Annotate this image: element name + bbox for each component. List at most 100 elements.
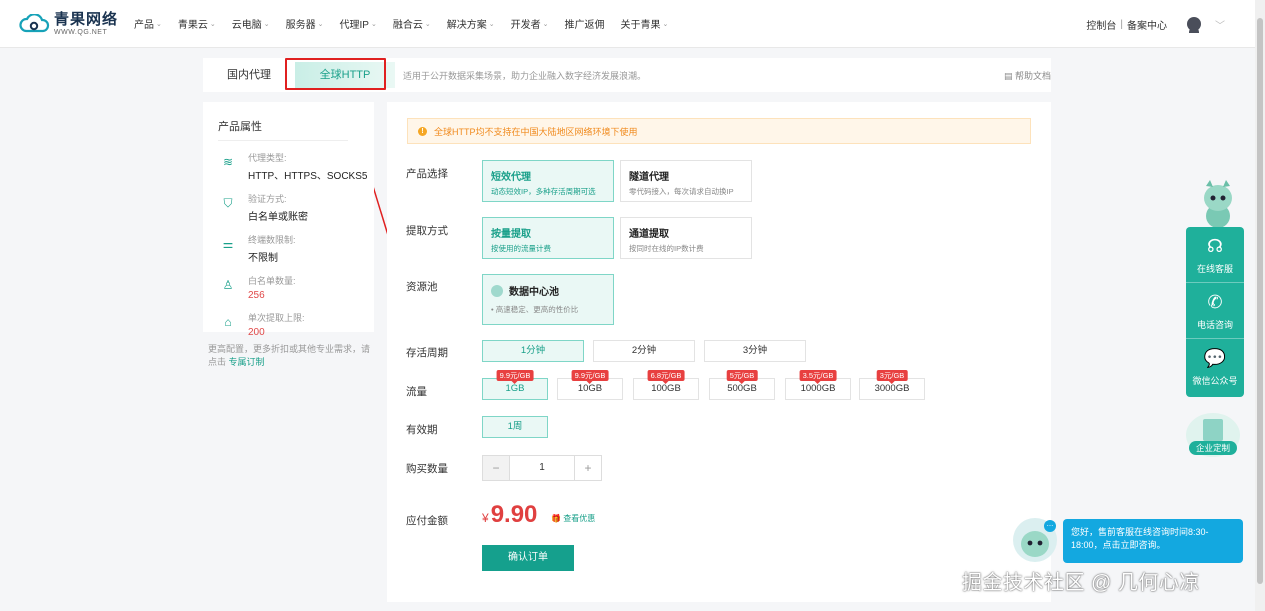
nav-item[interactable]: 服务器 ⌄	[286, 16, 324, 31]
nav-item-label: 推广返佣	[564, 20, 605, 31]
user-check-icon: ♙	[222, 278, 234, 292]
price-tag: 9.9元/GB	[496, 370, 534, 384]
nav-separator: |	[1120, 18, 1123, 30]
nav-item-label: 关于青果	[620, 20, 661, 31]
confirm-order-button[interactable]: 确认订单	[482, 545, 574, 571]
traffic-size: 10GB	[577, 383, 603, 394]
brand-logo[interactable]: 青果网络 WWW.QG.NET	[18, 12, 128, 36]
price-tag: 5元/GB	[726, 370, 758, 384]
discount-link[interactable]: 🎁 查看优惠	[551, 513, 595, 524]
product-title: 隧道代理	[629, 172, 669, 183]
product-label: 产品选择	[406, 168, 448, 180]
extract-title: 通道提取	[629, 229, 669, 240]
brand-name: 青果网络	[54, 10, 119, 28]
attribute-item: ♙ 白名单数量: 256	[218, 274, 374, 301]
nav-item[interactable]: 青果云 ⌄	[178, 16, 216, 31]
price-tag: 3元/GB	[876, 370, 908, 384]
console-link[interactable]: 控制台	[1086, 17, 1116, 32]
extract-card[interactable]: 通道提取 按同时在线的IP数计费	[620, 217, 752, 259]
nav-item[interactable]: 融合云 ⌄	[393, 16, 431, 31]
traffic-option[interactable]: 9.9元/GB 1GB	[482, 370, 548, 400]
online-service-button[interactable]: ☊ 在线客服	[1186, 227, 1244, 283]
chevron-down-icon[interactable]: ﹀	[1215, 17, 1225, 32]
discount-label: 查看优惠	[563, 514, 596, 523]
shield-check-icon: ⛉	[223, 196, 233, 210]
pool-card[interactable]: 数据中心池 • 高速稳定、更高的性价比	[482, 274, 614, 325]
page-scrollbar[interactable]	[1255, 0, 1265, 611]
extract-title: 按量提取	[491, 229, 531, 240]
minus-button[interactable]: −	[483, 456, 509, 480]
nav-item-label: 云电脑	[231, 20, 262, 31]
custom-note: 更高配置，更多折扣或其他专业需求，请点击 专属订制	[208, 343, 373, 369]
product-sub: 动态短效IP，多种存活周期可选	[491, 187, 596, 196]
attribute-item: ⛉ 验证方式: 白名单或账密	[218, 192, 374, 223]
side-service-widget: ☊ 在线客服 ✆ 电话咨询 💬 微信公众号	[1186, 227, 1244, 397]
tab-domestic-proxy[interactable]: 国内代理	[203, 62, 295, 88]
quantity-label: 购买数量	[406, 463, 448, 475]
attribute-value: 256	[248, 290, 265, 301]
period-option[interactable]: 1分钟	[482, 340, 584, 362]
phone-icon: ✆	[1207, 292, 1223, 312]
period-option[interactable]: 2分钟	[593, 340, 695, 362]
avatar[interactable]	[1187, 17, 1201, 33]
document-icon: ▤	[1003, 70, 1015, 81]
warning-icon: !	[418, 126, 427, 136]
database-icon	[491, 284, 503, 297]
wechat-button[interactable]: 💬 微信公众号	[1186, 339, 1244, 395]
attribute-item: ⌂ 单次提取上限: 200	[218, 311, 374, 338]
product-title: 短效代理	[491, 172, 531, 183]
period-option[interactable]: 3分钟	[704, 340, 806, 362]
enterprise-custom-button[interactable]: 企业定制	[1186, 413, 1240, 457]
traffic-option[interactable]: 9.9元/GB 10GB	[557, 370, 623, 400]
extract-label: 提取方式	[406, 225, 448, 237]
traffic-label: 流量	[406, 386, 427, 398]
validity-label: 有效期	[406, 424, 438, 436]
home-arrow-icon: ⌂	[224, 315, 232, 329]
nav-item[interactable]: 关于青果 ⌄	[620, 16, 668, 31]
attribute-label: 单次提取上限:	[248, 313, 305, 323]
nav-item[interactable]: 推广返佣	[564, 16, 604, 31]
building-icon	[1203, 419, 1223, 441]
nav-item-label: 融合云	[392, 20, 423, 31]
nav-item-label: 青果云	[177, 20, 208, 31]
traffic-option[interactable]: 5元/GB 500GB	[709, 370, 775, 400]
phone-consult-label: 电话咨询	[1196, 320, 1233, 330]
nav-item[interactable]: 开发者 ⌄	[511, 16, 549, 31]
nav-item[interactable]: 代理IP ⌄	[340, 16, 377, 31]
chat-popup[interactable]: 您好，售前客服在线咨询时间8:30-18:00，点击立即咨询。	[1063, 519, 1243, 563]
attribute-label: 验证方式:	[248, 194, 287, 204]
notice-text: 全球HTTP均不支持在中国大陆地区网络环境下使用	[434, 126, 638, 137]
nav-item[interactable]: 云电脑 ⌄	[232, 16, 270, 31]
traffic-option[interactable]: 6.8元/GB 100GB	[633, 370, 699, 400]
phone-consult-button[interactable]: ✆ 电话咨询	[1186, 283, 1244, 339]
quantity-input[interactable]: 1	[509, 456, 575, 480]
traffic-option[interactable]: 3.5元/GB 1000GB	[785, 370, 851, 400]
nav-item[interactable]: 产品 ⌄	[134, 16, 162, 31]
enterprise-custom-label: 企业定制	[1189, 441, 1237, 455]
nav-item-label: 开发者	[510, 20, 541, 31]
product-card[interactable]: 隧道代理零代码接入，每次请求自动换IP	[620, 160, 752, 202]
attribute-value: 200	[248, 327, 265, 338]
extract-card[interactable]: 按量提取 按使用的流量计费	[482, 217, 614, 259]
beian-link[interactable]: 备案中心	[1127, 17, 1167, 32]
quantity-stepper: − 1 +	[482, 455, 602, 481]
help-docs-link[interactable]: ▤ 帮助文档	[1004, 69, 1051, 82]
chevron-down-icon: ⌄	[488, 20, 495, 28]
annotation-box-tab	[285, 58, 386, 90]
cloud-logo-icon	[18, 12, 50, 34]
chevron-down-icon: ⌄	[542, 20, 549, 28]
scrollbar-thumb[interactable]	[1257, 18, 1263, 584]
traffic-size: 1GB	[505, 383, 525, 394]
custom-order-link[interactable]: 专属订制	[229, 357, 265, 367]
pool-label: 资源池	[406, 281, 438, 293]
product-card[interactable]: 短效代理动态短效IP，多种存活周期可选	[482, 160, 614, 202]
plus-button[interactable]: +	[575, 456, 601, 480]
amount-label: 应付金额	[406, 515, 448, 527]
chat-mascot-icon[interactable]: ···	[1013, 518, 1057, 562]
nav-item[interactable]: 解决方案 ⌄	[447, 16, 495, 31]
product-attributes-panel: 产品属性 ≋ 代理类型: HTTP、HTTPS、SOCKS5 ⛉ 验证方式: 白名单或账密…	[203, 102, 374, 338]
traffic-option[interactable]: 3元/GB 3000GB	[859, 370, 925, 400]
attribute-item: ≋ 代理类型: HTTP、HTTPS、SOCKS5	[218, 151, 374, 182]
validity-option[interactable]: 1周	[482, 416, 548, 438]
product-sub: 零代码接入，每次请求自动换IP	[629, 187, 734, 196]
